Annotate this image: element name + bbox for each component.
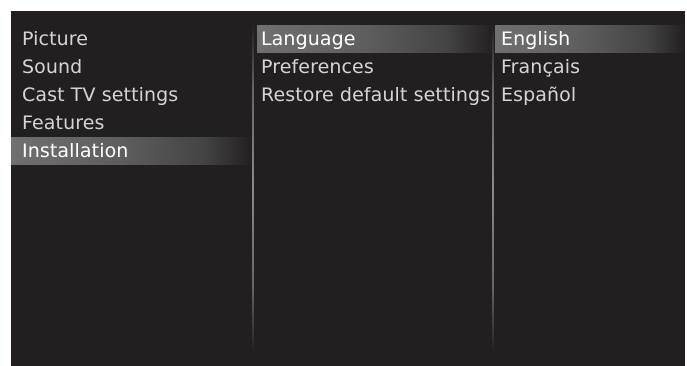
submenu-item-restore-default-settings[interactable]: Restore default settings	[253, 81, 494, 109]
installation-submenu-column: Language Preferences Restore default set…	[253, 25, 494, 366]
submenu-item-language[interactable]: Language	[257, 25, 494, 53]
submenu-item-preferences[interactable]: Preferences	[253, 53, 494, 81]
language-options-column: English Français Español	[493, 25, 685, 366]
menu-item-picture[interactable]: Picture	[11, 25, 252, 53]
menu-item-sound[interactable]: Sound	[11, 53, 252, 81]
menu-item-features[interactable]: Features	[11, 109, 252, 137]
language-option-francais[interactable]: Français	[493, 53, 685, 81]
language-option-espanol[interactable]: Español	[493, 81, 685, 109]
menu-item-cast-tv-settings[interactable]: Cast TV settings	[11, 81, 252, 109]
tv-settings-menu: Picture Sound Cast TV settings Features …	[11, 11, 685, 366]
main-menu-column: Picture Sound Cast TV settings Features …	[11, 25, 252, 366]
language-option-english[interactable]: English	[495, 25, 685, 53]
menu-item-installation[interactable]: Installation	[11, 137, 252, 165]
